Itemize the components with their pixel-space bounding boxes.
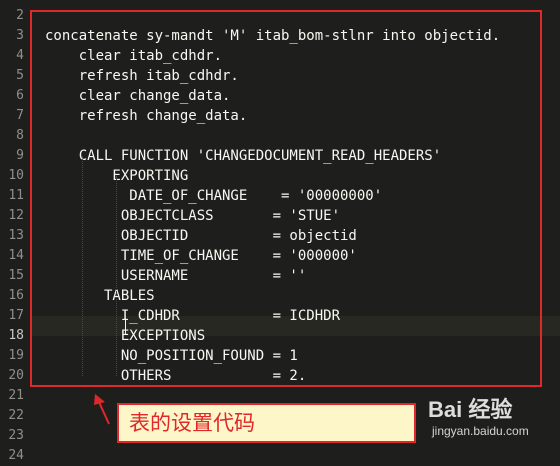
line-number: 20 — [8, 368, 24, 383]
line-number: 9 — [16, 148, 24, 163]
line-number: 12 — [8, 208, 24, 223]
line-number: 24 — [8, 448, 24, 463]
line-number: 3 — [16, 28, 24, 43]
watermark: Bai 经验 jingyan.baidu.com — [428, 392, 558, 452]
line-number: 6 — [16, 88, 24, 103]
line-number: 14 — [8, 248, 24, 263]
line-number: 8 — [16, 128, 24, 143]
annotation-label: 表的设置代码 — [117, 403, 416, 443]
arrow-icon — [94, 394, 110, 425]
line-number: 21 — [8, 388, 24, 403]
watermark-url: jingyan.baidu.com — [432, 424, 529, 438]
line-number: 10 — [8, 168, 24, 183]
line-number: 4 — [16, 48, 24, 63]
line-number: 11 — [8, 188, 24, 203]
line-number: 2 — [16, 8, 24, 23]
line-number: 23 — [8, 428, 24, 443]
line-number: 18 — [8, 328, 24, 343]
line-number: 15 — [8, 268, 24, 283]
line-number: 16 — [8, 288, 24, 303]
line-number: 13 — [8, 228, 24, 243]
line-number: 7 — [16, 108, 24, 123]
line-number: 5 — [16, 68, 24, 83]
line-number: 17 — [8, 308, 24, 323]
highlight-box — [30, 10, 542, 387]
watermark-logo: Bai 经验 — [428, 397, 513, 422]
line-number: 22 — [8, 408, 24, 423]
line-number: 19 — [8, 348, 24, 363]
